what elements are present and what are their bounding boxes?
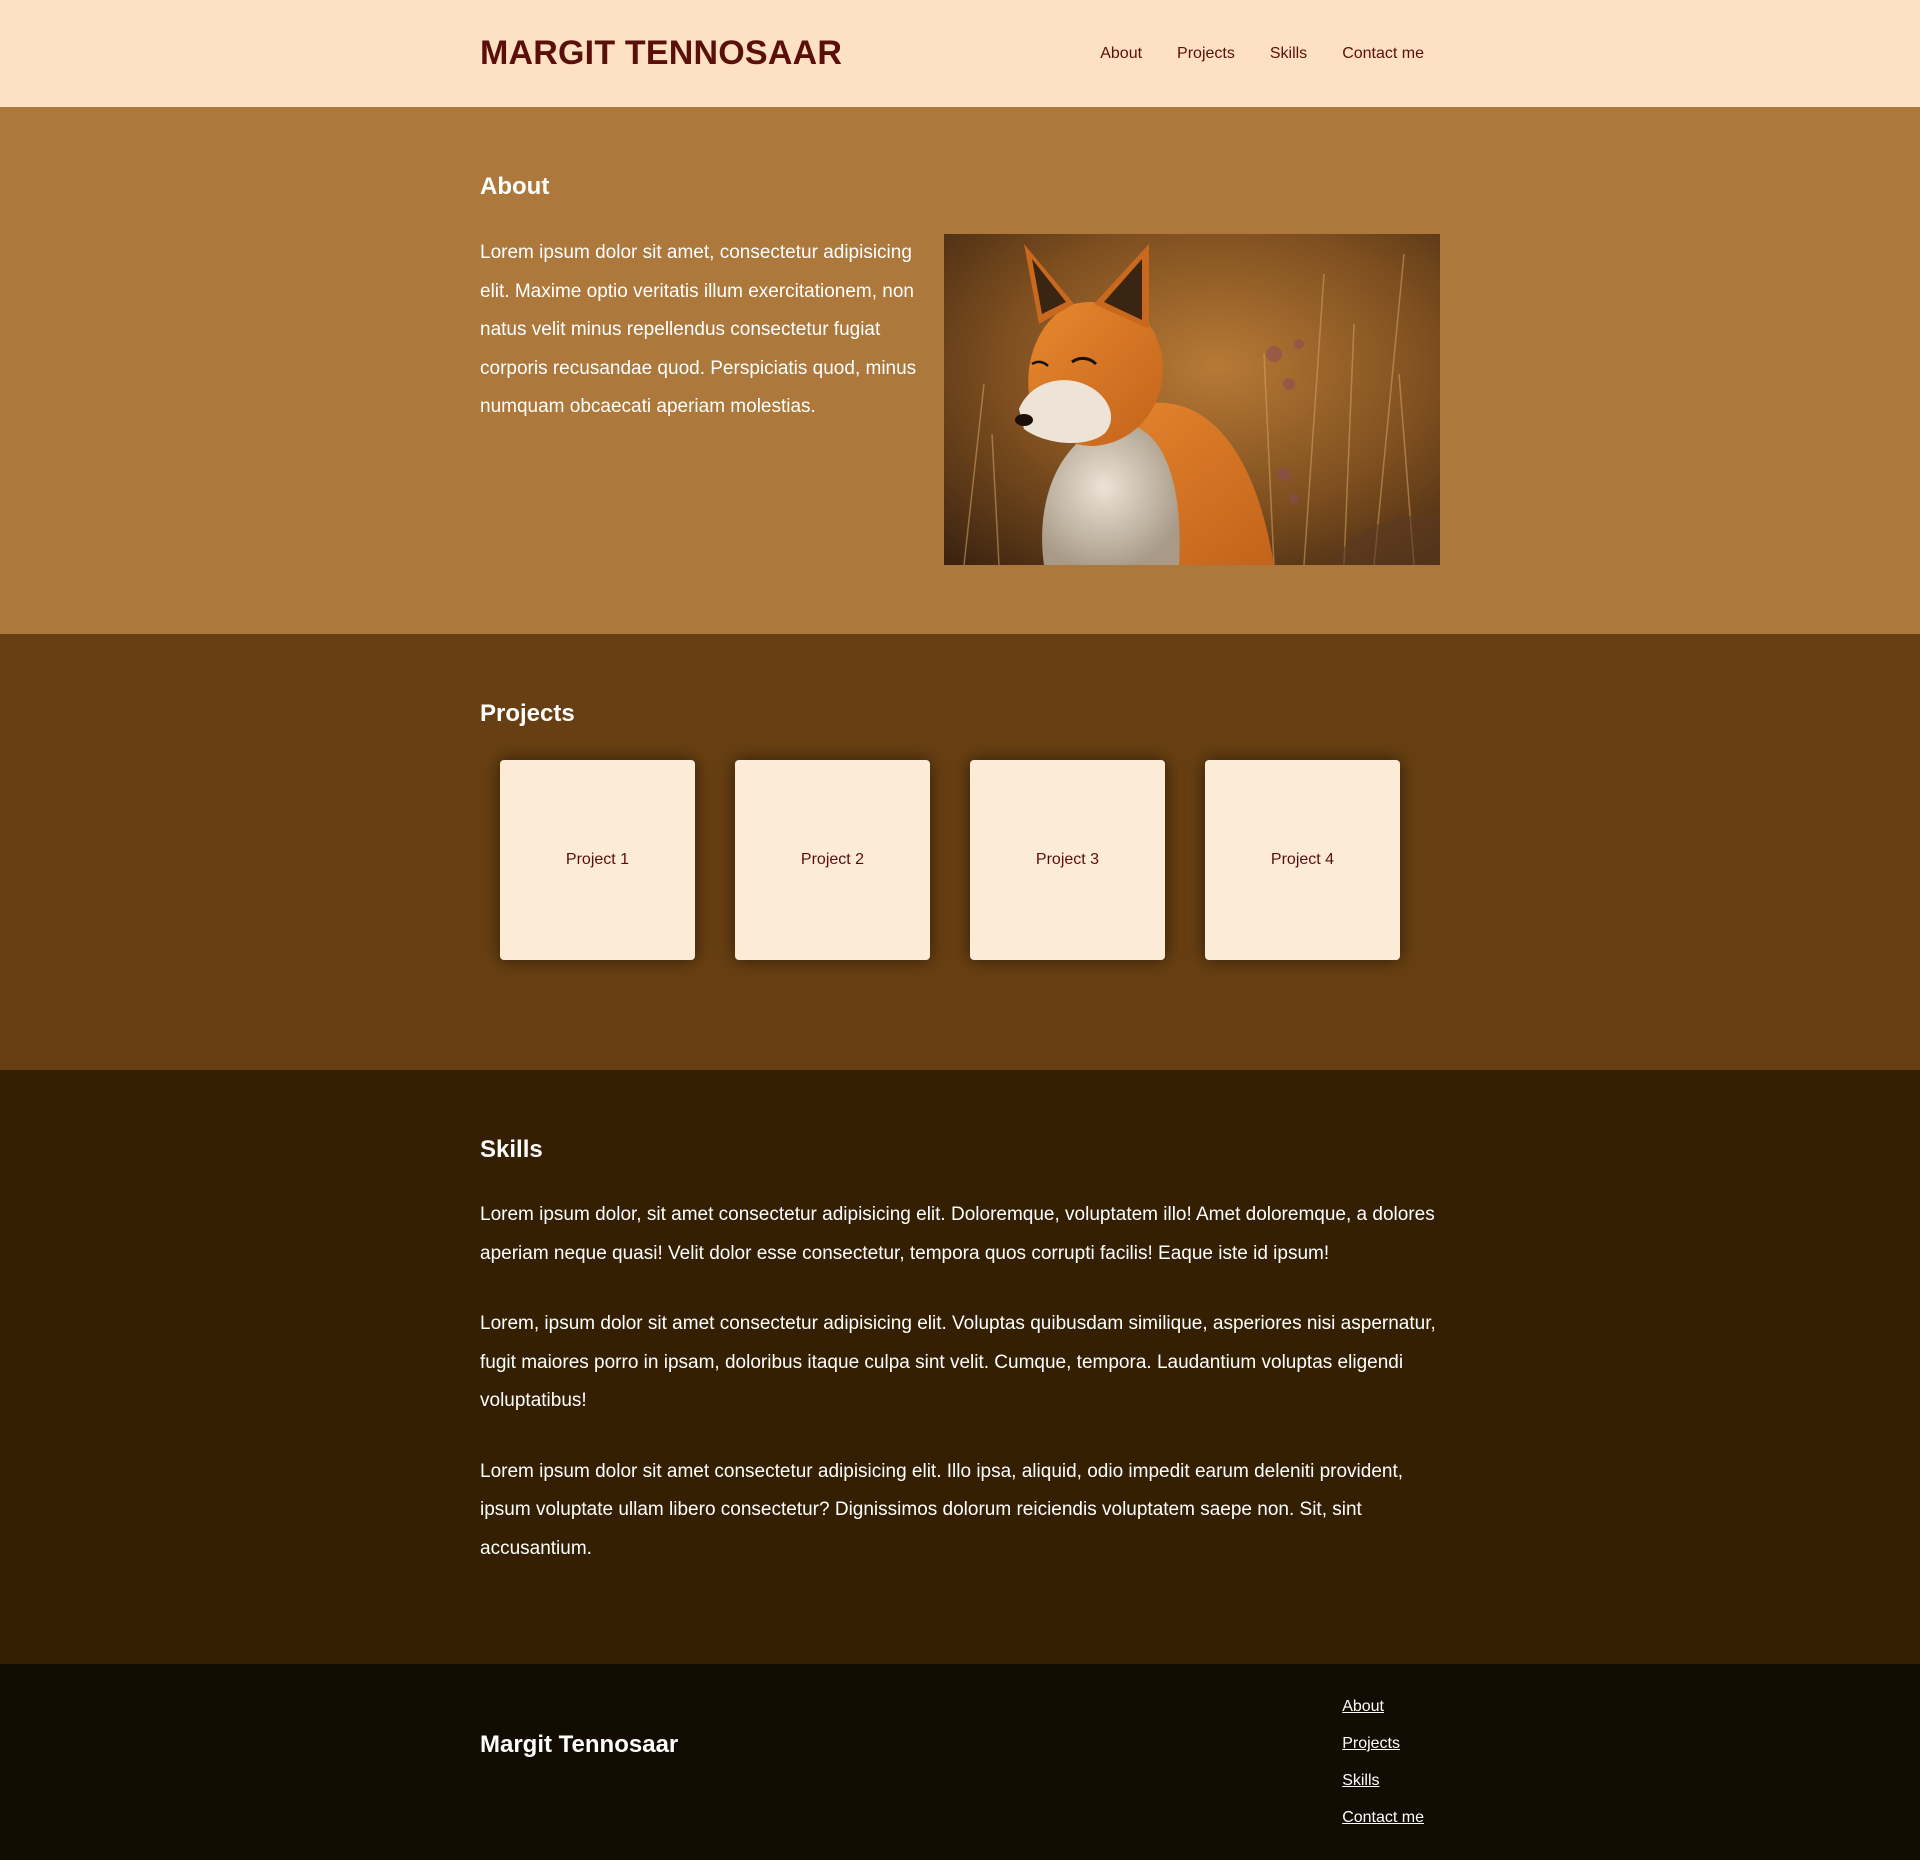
site-header: MARGIT TENNOSAAR About Projects Skills C…: [0, 0, 1920, 107]
site-footer: Margit Tennosaar About Projects Skills C…: [0, 1664, 1920, 1860]
skills-paragraph-1: Lorem ipsum dolor, sit amet consectetur …: [480, 1204, 1435, 1264]
fox-photo: [944, 234, 1440, 565]
project-card-2[interactable]: Project 2: [735, 760, 930, 960]
nav-link-contact[interactable]: Contact me: [1342, 45, 1424, 63]
project-card-4[interactable]: Project 4: [1205, 760, 1400, 960]
footer-nav: About Projects Skills Contact me: [1342, 1697, 1424, 1860]
footer-link-about[interactable]: About: [1342, 1697, 1424, 1717]
footer-name: Margit Tennosaar: [480, 1731, 679, 1758]
projects-title: Projects: [480, 700, 575, 727]
footer-link-skills[interactable]: Skills: [1342, 1771, 1424, 1791]
nav-link-skills[interactable]: Skills: [1270, 45, 1307, 63]
site-brand[interactable]: MARGIT TENNOSAAR: [480, 34, 842, 73]
projects-section: Projects Project 1 Project 2 Project 3 P…: [0, 634, 1920, 1070]
nav-link-projects[interactable]: Projects: [1177, 45, 1235, 63]
project-card-3[interactable]: Project 3: [970, 760, 1165, 960]
top-nav: About Projects Skills Contact me: [1065, 45, 1424, 63]
footer-link-projects[interactable]: Projects: [1342, 1734, 1424, 1754]
skills-paragraph-2: Lorem, ipsum dolor sit amet consectetur …: [480, 1313, 1436, 1411]
skills-paragraph-3: Lorem ipsum dolor sit amet consectetur a…: [480, 1460, 1404, 1559]
skills-title: Skills: [480, 1136, 543, 1163]
about-section: About Lorem ipsum dolor sit amet, consec…: [0, 107, 1920, 634]
footer-link-contact[interactable]: Contact me: [1342, 1808, 1424, 1828]
nav-link-about[interactable]: About: [1100, 45, 1142, 63]
about-text: Lorem ipsum dolor sit amet, consectetur …: [480, 242, 917, 417]
project-card-1[interactable]: Project 1: [500, 760, 695, 960]
skills-section: Skills Lorem ipsum dolor, sit amet conse…: [0, 1070, 1920, 1664]
about-title: About: [480, 173, 550, 200]
